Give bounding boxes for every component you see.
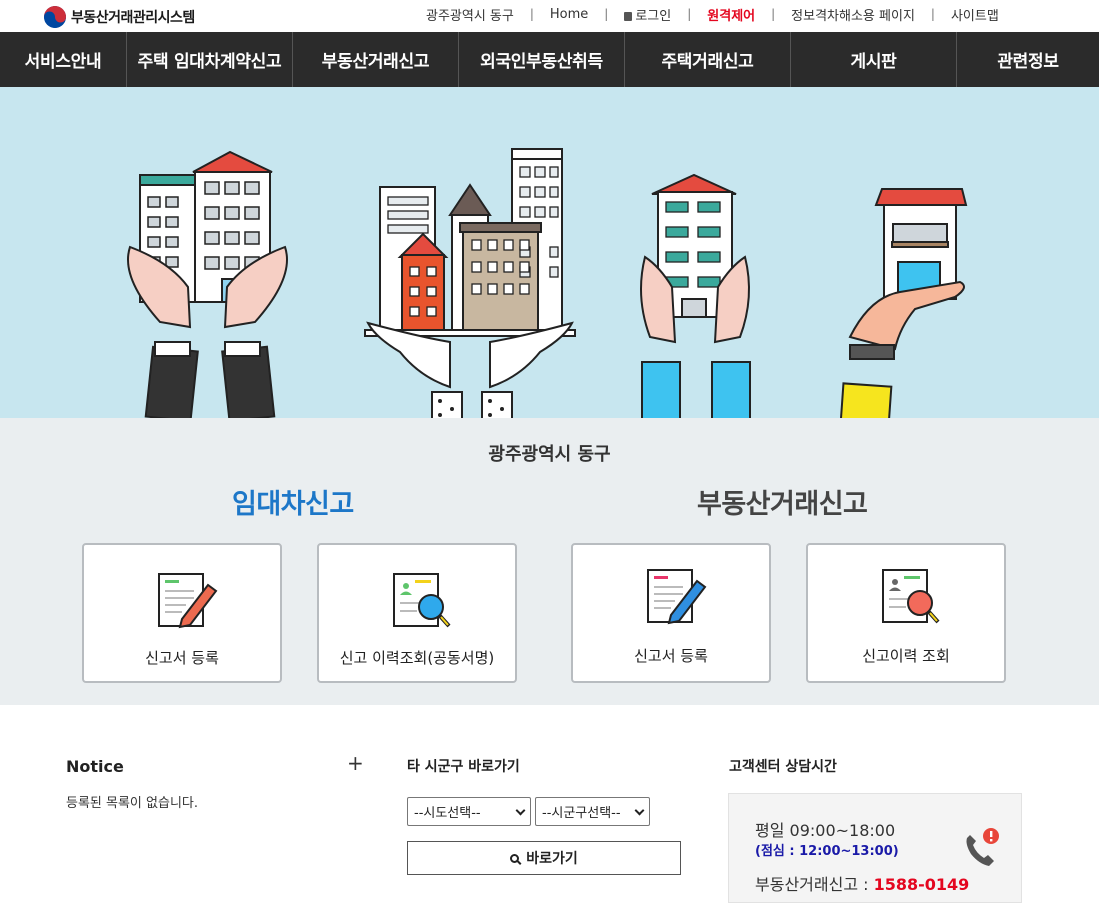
apartment-held-up-illustration <box>640 173 751 418</box>
house-in-hand-illustration <box>839 188 968 418</box>
trade-register-card[interactable]: 신고서 등록 <box>571 543 771 683</box>
phone-alert-icon <box>966 828 999 866</box>
service-section: 광주광역시 동구 임대차신고 부동산거래신고 신고서 등록 신고 이력조회(공동… <box>0 418 1099 705</box>
region-link[interactable]: 광주광역시 동구 <box>410 5 530 24</box>
cs-phone-number: 1588-0149 <box>873 875 970 894</box>
nav-real-estate-report[interactable]: 부동산거래신고 <box>293 32 459 87</box>
search-icon <box>510 853 520 863</box>
taegeuk-logo-icon <box>44 6 66 28</box>
nav-service-info[interactable]: 서비스안내 <box>0 32 127 87</box>
lease-register-card[interactable]: 신고서 등록 <box>82 543 282 683</box>
trade-register-label: 신고서 등록 <box>634 647 708 665</box>
sigungu-select-value: --시군구선택-- <box>542 806 621 821</box>
info-section: Notice + 등록된 목록이 없습니다. 타 시군구 바로가기 --시도선택… <box>0 705 1099 903</box>
nav-lease-report[interactable]: 주택 임대차계약신고 <box>127 32 293 87</box>
chevron-down-icon <box>515 805 526 816</box>
lock-icon <box>624 11 633 21</box>
nav-related-info[interactable]: 관련정보 <box>957 32 1099 87</box>
notice-empty-text: 등록된 목록이 없습니다. <box>66 796 198 811</box>
nav-board[interactable]: 게시판 <box>791 32 957 87</box>
login-label: 로그인 <box>635 8 672 24</box>
remote-control-link[interactable]: 원격제어 <box>691 5 771 24</box>
customer-center-box: 평일 09:00~18:00 (점심 : 12:00~13:00) 부동산거래신… <box>728 793 1022 903</box>
document-pencil-icon <box>158 573 218 629</box>
trade-report-title: 부동산거래신고 <box>697 489 868 520</box>
buildings-in-hands-illustration <box>127 150 288 418</box>
sigungu-select[interactable]: --시군구선택-- <box>535 797 650 826</box>
sitemap-link[interactable]: 사이트맵 <box>935 5 1015 24</box>
lease-history-label: 신고 이력조회(공동서명) <box>339 649 495 667</box>
accessibility-page-link[interactable]: 정보격차해소용 페이지 <box>775 5 931 24</box>
cs-lunch: (점심 : 12:00~13:00) <box>755 844 899 859</box>
lease-history-card[interactable]: 신고 이력조회(공동서명) <box>317 543 517 683</box>
cs-hours: 평일 09:00~18:00 <box>755 821 896 840</box>
nav-housing-report[interactable]: 주택거래신고 <box>625 32 791 87</box>
site-logo[interactable]: 부동산거래관리시스템 <box>44 6 195 28</box>
document-search-icon <box>882 569 940 624</box>
chevron-down-icon <box>634 805 645 816</box>
goto-button-label: 바로가기 <box>526 851 578 867</box>
notice-more-button[interactable]: + <box>347 751 364 775</box>
top-utility-bar: 부동산거래관리시스템 광주광역시 동구 | Home | 로그인 | 원격제어 … <box>0 0 1099 32</box>
hero-illustration <box>127 148 968 418</box>
site-name: 부동산거래관리시스템 <box>71 10 195 26</box>
cs-phone: 부동산거래신고 : 1588-0149 <box>755 871 969 895</box>
sido-select[interactable]: --시도선택-- <box>407 797 531 826</box>
document-search-icon <box>393 573 451 628</box>
lease-report-title: 임대차신고 <box>232 489 354 520</box>
cs-phone-label: 부동산거래신고 : <box>755 875 874 894</box>
region-title: 광주광역시 동구 <box>488 444 611 465</box>
login-link[interactable]: 로그인 <box>608 5 687 24</box>
sido-select-value: --시도선택-- <box>414 806 481 821</box>
goto-title: 타 시군구 바로가기 <box>407 759 520 775</box>
hero-banner <box>0 87 1099 418</box>
trade-history-label: 신고이력 조회 <box>862 647 950 665</box>
notice-title: Notice <box>66 757 124 776</box>
nav-foreigner-acquisition[interactable]: 외국인부동산취득 <box>459 32 625 87</box>
customer-center-title: 고객센터 상담시간 <box>729 759 837 775</box>
lease-register-label: 신고서 등록 <box>145 649 219 667</box>
city-on-platform-illustration <box>364 148 576 418</box>
home-link[interactable]: Home <box>534 7 604 22</box>
goto-button[interactable]: 바로가기 <box>407 841 681 875</box>
trade-history-card[interactable]: 신고이력 조회 <box>806 543 1006 683</box>
utility-links: 광주광역시 동구 | Home | 로그인 | 원격제어 | 정보격차해소용 페… <box>410 5 1015 24</box>
document-pencil-icon <box>647 569 707 625</box>
main-navigation: 서비스안내 주택 임대차계약신고 부동산거래신고 외국인부동산취득 주택거래신고… <box>0 32 1099 87</box>
